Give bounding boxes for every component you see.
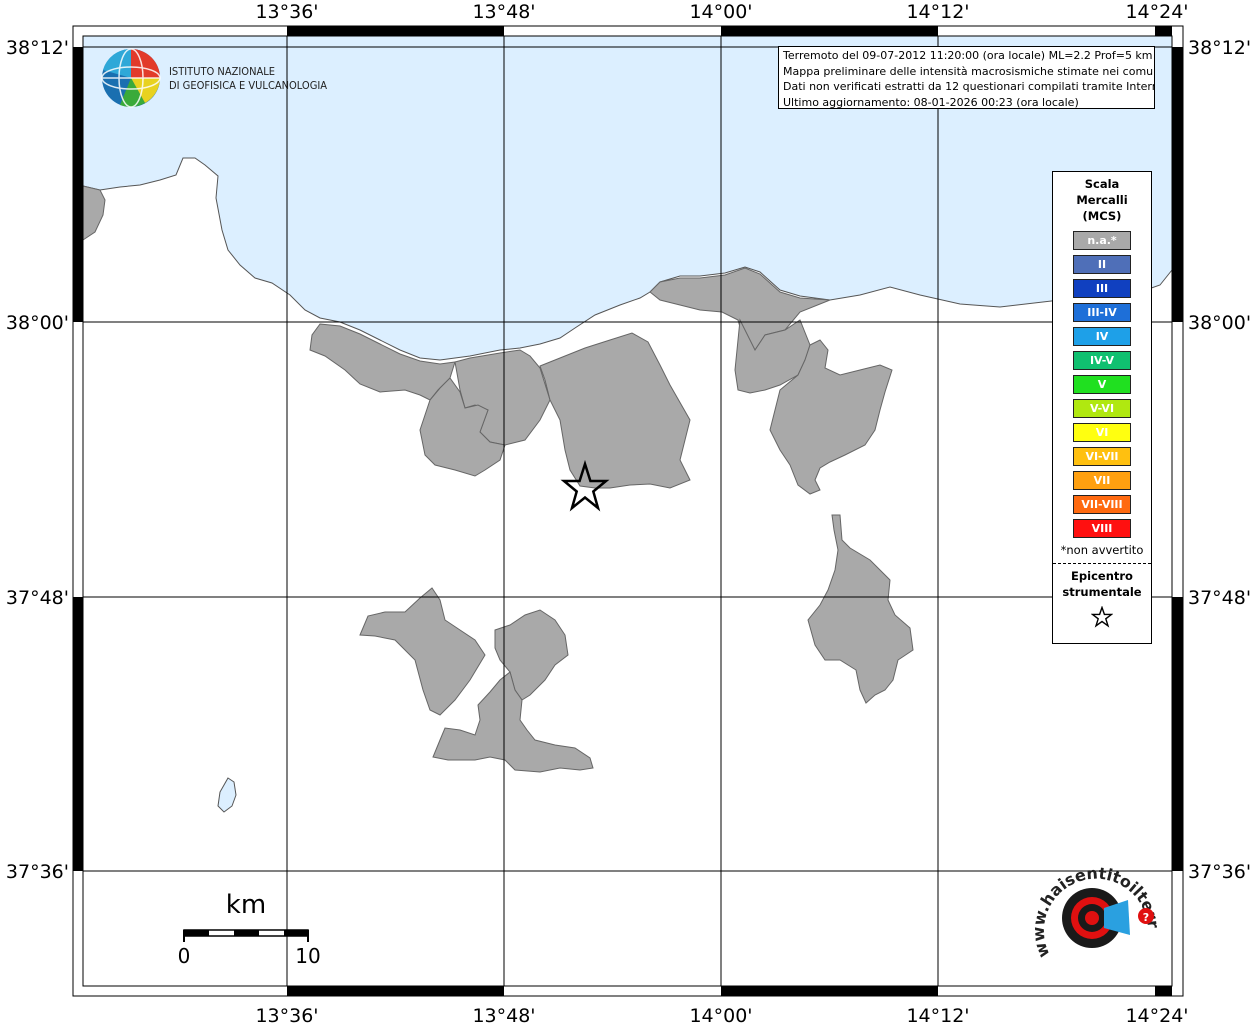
- legend-title: Scala Mercalli (MCS): [1076, 177, 1128, 223]
- legend-item: III: [1073, 279, 1131, 298]
- event-info-box: Terremoto del 09-07-2012 11:20:00 (ora l…: [778, 46, 1155, 109]
- lon-tick-label: 14°00': [689, 1, 752, 23]
- lat-tick-label: 37°36': [1188, 861, 1251, 883]
- svg-text:?: ?: [1143, 911, 1149, 924]
- lat-tick-label: 37°36': [6, 861, 69, 883]
- lon-tick-label: 14°12': [906, 1005, 969, 1024]
- lat-labels-right: 38°12' 38°00' 37°48' 37°36': [1188, 37, 1251, 883]
- event-info-line: Dati non verificati estratti da 12 quest…: [783, 80, 1155, 93]
- scale-max-label: 10: [295, 944, 320, 968]
- event-info-line: Mappa preliminare delle intensità macros…: [783, 64, 1155, 78]
- lat-tick-label: 37°48': [6, 587, 69, 609]
- lon-tick-label: 14°00': [689, 1005, 752, 1024]
- lat-tick-label: 38°00': [6, 312, 69, 334]
- legend-item: n.a.*: [1073, 231, 1131, 250]
- lat-tick-label: 37°48': [1188, 587, 1251, 609]
- legend-item: VIII: [1073, 519, 1131, 538]
- legend-item: V-VI: [1073, 399, 1131, 418]
- legend-item: II: [1073, 255, 1131, 274]
- lon-tick-label: 13°48': [472, 1005, 535, 1024]
- lon-labels-top: 13°36' 13°48' 14°00' 14°12' 14°24': [255, 1, 1188, 23]
- scale-unit: km: [226, 890, 266, 920]
- scale-min-label: 0: [178, 944, 191, 968]
- lon-labels-bottom: 13°36' 13°48' 14°00' 14°12' 14°24': [255, 1005, 1188, 1024]
- legend-item: VII: [1073, 471, 1131, 490]
- event-info-line: Ultimo aggiornamento: 08-01-2026 00:23 (…: [783, 95, 1079, 109]
- legend-note: *non avvertito: [1060, 543, 1144, 557]
- legend-star-icon: [1053, 605, 1151, 632]
- lon-tick-label: 13°36': [255, 1005, 318, 1024]
- event-info-line: Terremoto del 09-07-2012 11:20:00 (ora l…: [783, 49, 1153, 62]
- legend-item: IV: [1073, 327, 1131, 346]
- intensity-legend: Scala Mercalli (MCS) n.a.* II III III-IV IV I…: [1052, 171, 1152, 644]
- lon-tick-label: 13°48': [472, 1, 535, 23]
- lon-tick-label: 14°12': [906, 1, 969, 23]
- legend-item: III-IV: [1073, 303, 1131, 322]
- ingv-name-line2: DI GEOFISICA E VULCANOLOGIA: [169, 79, 327, 92]
- legend-item: VI-VII: [1073, 447, 1131, 466]
- legend-divider: [1053, 563, 1151, 564]
- legend-items: n.a.* II III III-IV IV IV-V V V-VI VI VI-VII VII VI…: [1053, 231, 1151, 538]
- lon-tick-label: 14°24': [1125, 1, 1188, 23]
- ingv-name-line1: ISTITUTO NAZIONALE: [169, 65, 275, 78]
- lat-tick-label: 38°12': [1188, 37, 1251, 59]
- legend-item: VI: [1073, 423, 1131, 442]
- lat-labels-left: 38°12' 38°00' 37°48' 37°36': [6, 37, 69, 883]
- legend-item: VII-VIII: [1073, 495, 1131, 514]
- lon-tick-label: 13°36': [255, 1, 318, 23]
- legend-epicenter-label: Epicentro strumentale: [1062, 569, 1142, 599]
- lat-tick-label: 38°00': [1188, 312, 1251, 334]
- legend-item: V: [1073, 375, 1131, 394]
- legend-item: IV-V: [1073, 351, 1131, 370]
- lat-tick-label: 38°12': [6, 37, 69, 59]
- lon-tick-label: 14°24': [1125, 1005, 1188, 1024]
